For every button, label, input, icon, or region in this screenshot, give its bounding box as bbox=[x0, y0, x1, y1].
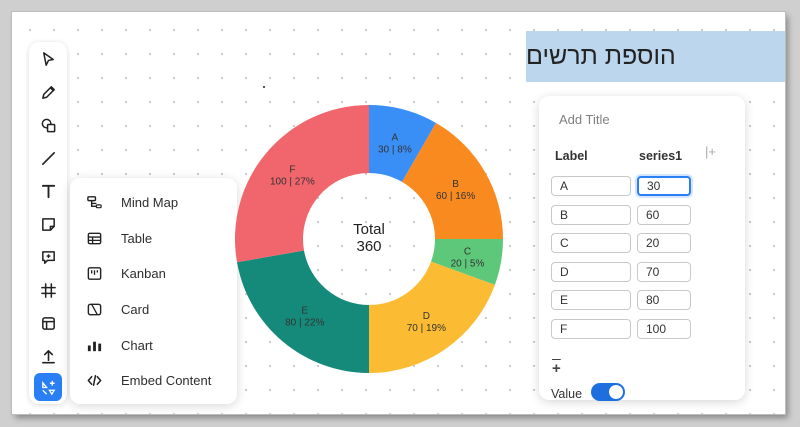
more-tools-button[interactable] bbox=[34, 373, 62, 401]
slice-value-label-e: 80 | 22% bbox=[285, 318, 324, 329]
value-toggle[interactable] bbox=[591, 383, 625, 401]
slice-label-c: C bbox=[464, 246, 471, 257]
pointer-tool[interactable] bbox=[34, 45, 62, 73]
donut-chart-svg: A30 | 8% B60 | 16% C20 | 5% D70 | 19% E80 | … bbox=[235, 105, 503, 373]
row-value-input[interactable]: 70 bbox=[637, 261, 691, 282]
row-value-input[interactable]: 30 bbox=[637, 176, 691, 196]
sticky-note-icon bbox=[41, 217, 55, 231]
line-icon bbox=[41, 151, 55, 165]
label-column-header: Label bbox=[555, 149, 588, 163]
shapes-icon bbox=[41, 118, 55, 132]
menu-item-table[interactable]: Table bbox=[70, 223, 237, 253]
row-label-input[interactable]: C bbox=[551, 233, 631, 253]
mind-map-icon bbox=[84, 192, 104, 212]
canvas-dot bbox=[263, 86, 265, 88]
frame-icon bbox=[40, 282, 56, 298]
slice-value-label-a: 30 | 8% bbox=[378, 144, 412, 155]
pointer-icon bbox=[42, 51, 54, 66]
value-toggle-label: Value bbox=[551, 387, 583, 401]
row-value-input[interactable]: 100 bbox=[637, 318, 691, 339]
center-total-value: 360 bbox=[356, 238, 381, 255]
pen-icon bbox=[41, 85, 55, 99]
slice-value-label-f: 100 | 27% bbox=[270, 177, 315, 188]
menu-item-kanban[interactable]: Kanban bbox=[70, 258, 237, 288]
chart-icon bbox=[84, 335, 104, 355]
upload-tool[interactable] bbox=[34, 342, 62, 370]
menu-item-label: Chart bbox=[121, 337, 153, 353]
left-toolbar bbox=[29, 42, 67, 404]
menu-item-label: Mind Map bbox=[121, 194, 179, 210]
menu-item-card[interactable]: Card bbox=[70, 294, 237, 324]
menu-item-label: Embed Content bbox=[121, 372, 212, 388]
menu-item-chart[interactable]: Chart bbox=[70, 330, 237, 360]
slice-value-label-c: 20 | 5% bbox=[451, 258, 485, 269]
comment-tool[interactable] bbox=[34, 243, 62, 271]
toggle-knob bbox=[609, 385, 623, 399]
kanban-icon bbox=[84, 263, 104, 283]
embed-icon bbox=[84, 370, 104, 390]
row-label-input[interactable]: E bbox=[551, 290, 631, 310]
row-value-input[interactable]: 20 bbox=[637, 233, 691, 253]
row-label-input[interactable]: D bbox=[551, 261, 631, 282]
donut-chart[interactable]: A 30 | 8% B 60 | 16% C 20 | 5% D 70 | 19% E 80 | … bbox=[234, 104, 504, 374]
shapes-tool[interactable] bbox=[34, 111, 62, 139]
menu-item-embed-content[interactable]: Embed Content bbox=[70, 365, 237, 395]
add-row-icon: + bbox=[552, 360, 561, 377]
slice-d[interactable] bbox=[369, 261, 495, 373]
add-title-field[interactable]: Add Title bbox=[559, 112, 610, 127]
table-icon bbox=[84, 228, 104, 248]
slice-label-e: E bbox=[301, 306, 308, 317]
canvas[interactable]: Mind Map Table Kanban Card Chart Embed C… bbox=[12, 12, 785, 414]
row-label-input[interactable]: F bbox=[551, 318, 631, 339]
add-column-button[interactable]: |+ bbox=[705, 144, 716, 159]
slice-label-a: A bbox=[392, 132, 399, 143]
sticky-note-tool[interactable] bbox=[34, 210, 62, 238]
hebrew-caption-banner: הוספת תרשים bbox=[526, 31, 785, 82]
text-tool[interactable] bbox=[34, 177, 62, 205]
row-value-input[interactable]: 60 bbox=[637, 204, 691, 225]
row-label-input[interactable]: A bbox=[551, 176, 631, 196]
line-tool[interactable] bbox=[34, 144, 62, 172]
pen-tool[interactable] bbox=[34, 78, 62, 106]
menu-item-label: Table bbox=[121, 230, 153, 246]
row-value-input[interactable]: 80 bbox=[637, 290, 691, 310]
series-column-header[interactable]: series1 bbox=[639, 149, 682, 163]
text-icon bbox=[41, 184, 55, 198]
upload-icon bbox=[41, 349, 55, 363]
more-tools-icon bbox=[41, 380, 55, 395]
slice-value-label-d: 70 | 19% bbox=[407, 323, 446, 334]
comment-icon bbox=[41, 250, 55, 264]
menu-item-label: Kanban bbox=[121, 265, 166, 281]
slice-label-d: D bbox=[423, 311, 430, 322]
insert-menu: Mind Map Table Kanban Card Chart Embed C… bbox=[70, 178, 237, 404]
menu-item-label: Card bbox=[121, 301, 150, 317]
menu-item-mind-map[interactable]: Mind Map bbox=[70, 187, 237, 217]
slice-label-b: B bbox=[452, 179, 459, 190]
frame-tool[interactable] bbox=[34, 276, 62, 304]
center-total-label: Total bbox=[353, 221, 385, 238]
layout-tool[interactable] bbox=[34, 309, 62, 337]
slice-label-f: F bbox=[289, 165, 295, 176]
row-label-input[interactable]: B bbox=[551, 204, 631, 225]
layout-icon bbox=[41, 316, 55, 330]
chart-data-panel: Add Title Label series1 |+ A 30 B 60 C 20 D 70 E… bbox=[539, 96, 745, 401]
slice-value-label-b: 60 | 16% bbox=[436, 191, 475, 202]
add-row-button[interactable]: + bbox=[552, 360, 561, 377]
card-icon bbox=[84, 299, 104, 319]
